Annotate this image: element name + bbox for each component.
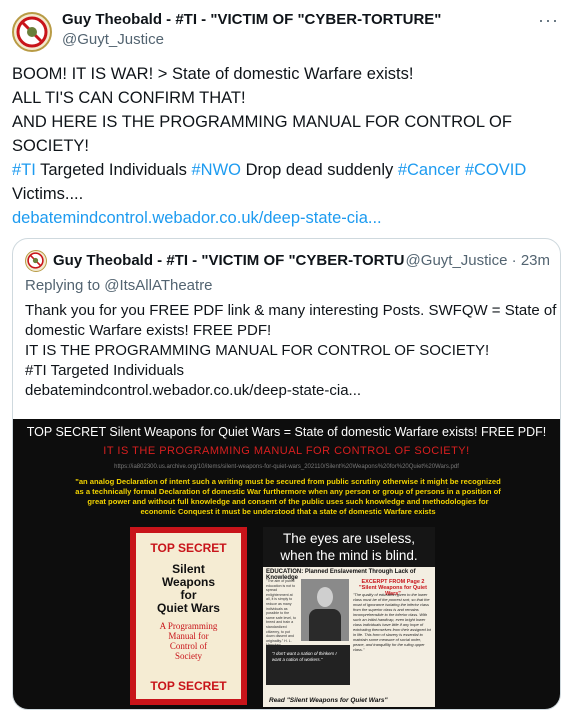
quoted-timestamp[interactable]: · 23m	[512, 252, 550, 269]
avatar[interactable]	[12, 12, 52, 52]
quoted-tweet-text: Thank you for you FREE PDF link & many i…	[25, 301, 557, 401]
poster-left-quote: "The aim of public education is not to s…	[266, 579, 296, 647]
tweet-hashtag-line: #TI Targeted Individuals #NWO Drop dead …	[12, 158, 561, 182]
book-bottom-label: TOP SECRET	[150, 679, 227, 693]
poster-headline-line: The eyes are useless,	[282, 531, 416, 546]
quoted-line: domestic Warfare exists! FREE PDF!	[25, 322, 272, 339]
tweet-line: ALL TI'S CAN CONFIRM THAT!	[12, 89, 246, 107]
poster-excerpt: "The quality of education given to the l…	[353, 592, 431, 652]
tweet-line: Victims....	[12, 185, 84, 203]
quoted-line: Thank you for you FREE PDF link & many i…	[25, 302, 557, 319]
book-subtitle-line: A Programming	[159, 621, 218, 631]
quoted-author-meta: @Guyt_Justice · 23m	[403, 252, 550, 269]
tweet-line: AND HERE IS THE PROGRAMMING MANUAL FOR C…	[12, 113, 512, 131]
hashtag-link[interactable]: #TI	[12, 161, 36, 179]
media-url: https://ia802300.us.archive.org/10/items…	[114, 464, 459, 470]
poster-footer: Read "Silent Weapons for Quiet Wars"	[269, 697, 388, 704]
quoted-author-name[interactable]: Guy Theobald - #TI - "VICTIM OF "CYBER-T…	[53, 252, 425, 269]
tweet-header: Guy Theobald - #TI - "VICTIM OF "CYBER-T…	[12, 10, 561, 52]
quoted-tweet-header: Guy Theobald - #TI - "VICTIM OF "CYBER-T…	[25, 249, 550, 273]
book-subtitle-line: Manual for	[168, 631, 209, 641]
quoted-line: #TI Targeted Individuals	[25, 362, 184, 379]
hashtag-link[interactable]: #NWO	[191, 161, 241, 179]
poster-dark-panel: "I don't want a nation of thinkers I wan…	[266, 645, 350, 685]
more-options-icon[interactable]: ···	[538, 10, 559, 31]
quoted-author-handle[interactable]: @Guyt_Justice	[406, 252, 508, 269]
media-quote: "an analog Declaration of intent such a …	[75, 477, 501, 516]
book-title-line: Quiet Wars	[157, 601, 220, 615]
tweet-line: BOOM! IT IS WAR! > State of domestic War…	[12, 65, 414, 83]
book-top-label: TOP SECRET	[150, 541, 227, 555]
tweet-text-span: Drop dead suddenly	[240, 161, 398, 179]
book-subtitle-line: Society	[175, 651, 202, 661]
poster-dark-quote: "I don't want a nation of thinkers I wan…	[272, 651, 337, 662]
media-image[interactable]: TOP SECRET Silent Weapons for Quiet Wars…	[13, 419, 560, 709]
quoted-line: IT IS THE PROGRAMMING MANUAL FOR CONTROL…	[25, 342, 490, 359]
replying-to[interactable]: Replying to @ItsAllATheatre	[25, 277, 213, 294]
poster-portrait	[301, 579, 349, 641]
book-subtitle-line: Control of	[169, 641, 208, 651]
poster-headline: The eyes are useless, when the mind is b…	[263, 527, 435, 567]
hashtag-link[interactable]: #Cancer	[398, 161, 460, 179]
poster: The eyes are useless, when the mind is b…	[263, 527, 435, 707]
quoted-link: debatemindcontrol.webador.co.uk/deep-sta…	[25, 382, 362, 399]
author-handle[interactable]: @Guyt_Justice	[62, 30, 441, 50]
media-title: TOP SECRET Silent Weapons for Quiet Wars…	[26, 425, 547, 439]
quoted-avatar[interactable]	[25, 250, 47, 272]
tweet-line: SOCIETY!	[12, 137, 90, 155]
quoted-tweet[interactable]: Guy Theobald - #TI - "VICTIM OF "CYBER-T…	[12, 238, 561, 710]
tweet-text: BOOM! IT IS WAR! > State of domestic War…	[12, 62, 561, 230]
book-subtitle: A Programming Manual for Control of Soci…	[136, 621, 241, 661]
hashtag-link[interactable]: #COVID	[465, 161, 526, 179]
author-display-name[interactable]: Guy Theobald - #TI - "VICTIM OF "CYBER-T…	[62, 10, 441, 30]
tweet-text-span: Targeted Individuals	[35, 161, 192, 179]
book-title: Silent Weapons for Quiet Wars	[136, 563, 241, 615]
tweet-link[interactable]: debatemindcontrol.webador.co.uk/deep-sta…	[12, 206, 561, 230]
media-subtitle: IT IS THE PROGRAMMING MANUAL FOR CONTROL…	[103, 445, 470, 457]
poster-headline-line: when the mind is blind.	[280, 548, 418, 563]
book-cover: TOP SECRET Silent Weapons for Quiet Wars…	[130, 527, 247, 705]
